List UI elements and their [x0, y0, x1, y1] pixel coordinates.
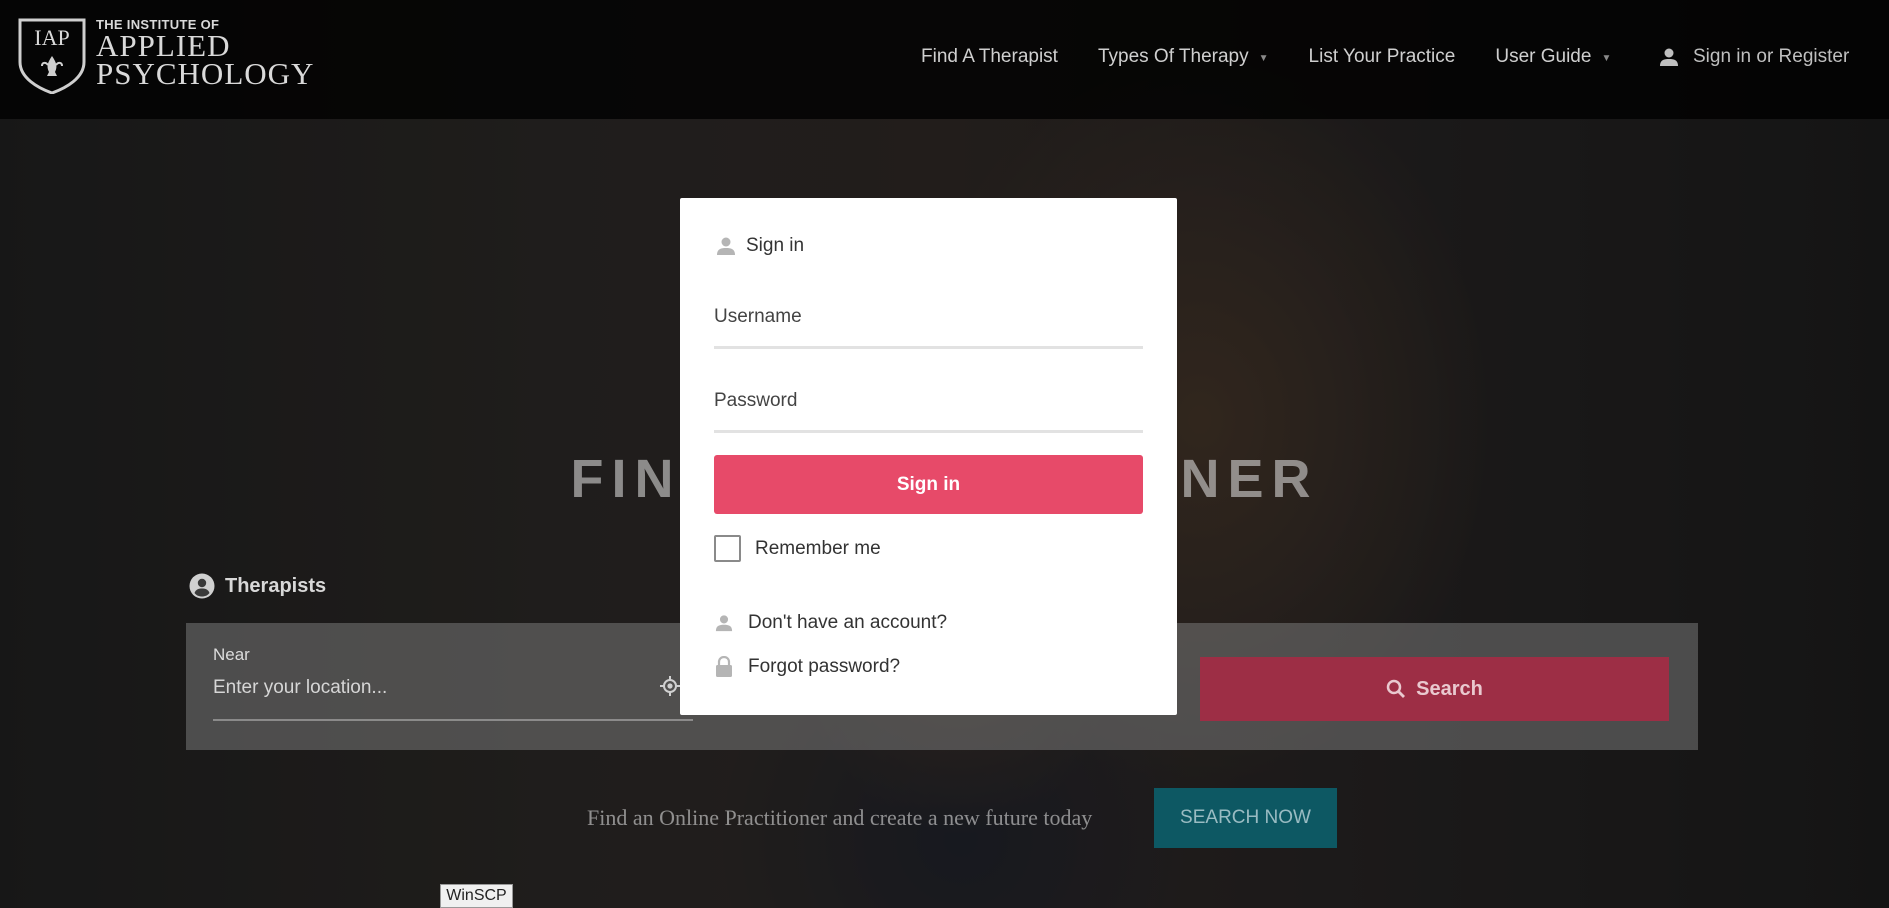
modal-title: Sign in — [716, 235, 804, 257]
remember-me[interactable]: Remember me — [714, 535, 881, 562]
search-now-button[interactable]: SEARCH NOW — [1154, 788, 1337, 848]
taskbar-tooltip: WinSCP — [440, 884, 513, 908]
search-button[interactable]: Search — [1200, 657, 1669, 721]
sign-in-register-label: Sign in or Register — [1693, 46, 1850, 67]
modal-title-label: Sign in — [746, 235, 805, 256]
nav-label: User Guide — [1495, 46, 1592, 67]
password-field[interactable] — [714, 378, 1143, 418]
logo-line-2: PSYCHOLOGY — [96, 56, 315, 91]
forgot-password-label: Forgot password? — [748, 656, 901, 677]
nav-label: List Your Practice — [1308, 46, 1456, 67]
main-nav: Find A Therapist Types Of Therapy ▼ List… — [921, 46, 1611, 68]
geolocate-icon[interactable] — [659, 675, 681, 697]
remember-me-checkbox[interactable] — [714, 535, 741, 562]
sign-in-register-link[interactable]: Sign in or Register — [1659, 46, 1849, 68]
logo-wordmark: THE INSTITUTE OF APPLIED PSYCHOLOGY — [96, 18, 315, 91]
user-icon — [715, 615, 733, 632]
nav-find-a-therapist[interactable]: Find A Therapist — [921, 46, 1058, 68]
register-link-label: Don't have an account? — [748, 612, 948, 633]
tab-label: Therapists — [225, 574, 327, 597]
sign-in-modal: Sign in Username Password Sign in Rememb… — [680, 198, 1177, 715]
sign-in-button[interactable]: Sign in — [714, 455, 1143, 514]
chevron-down-icon: ▼ — [1258, 52, 1269, 64]
location-input[interactable] — [213, 673, 693, 703]
logo-monogram: IAP — [34, 25, 69, 50]
nav-user-guide[interactable]: User Guide ▼ — [1495, 46, 1611, 68]
remember-me-label: Remember me — [755, 537, 881, 559]
nav-label: Find A Therapist — [921, 46, 1058, 67]
shield-logo-icon: IAP — [18, 18, 86, 95]
forgot-password-link[interactable]: Forgot password? — [715, 656, 900, 678]
near-label: Near — [213, 645, 250, 664]
search-button-label: Search — [1416, 677, 1483, 700]
lock-icon — [716, 656, 732, 677]
site-header: IAP THE INSTITUTE OF APPLIED PSYCHOLOGY … — [0, 0, 1889, 119]
search-icon — [1386, 679, 1406, 698]
site-logo[interactable]: IAP THE INSTITUTE OF APPLIED PSYCHOLOGY — [18, 18, 315, 95]
chevron-down-icon: ▼ — [1601, 52, 1612, 64]
nav-list-your-practice[interactable]: List Your Practice — [1309, 46, 1456, 68]
user-icon — [717, 237, 735, 255]
password-underline — [714, 430, 1143, 433]
nav-types-of-therapy[interactable]: Types Of Therapy ▼ — [1098, 46, 1269, 68]
location-underline — [213, 719, 693, 721]
tagline-text: Find an Online Practitioner and create a… — [587, 805, 1093, 830]
username-field[interactable] — [714, 294, 1143, 334]
register-link[interactable]: Don't have an account? — [715, 612, 947, 634]
user-icon — [1660, 48, 1678, 66]
account-circle-icon — [189, 573, 215, 599]
tab-therapists[interactable]: Therapists — [189, 573, 326, 599]
username-underline — [714, 346, 1143, 349]
nav-label: Types Of Therapy — [1097, 46, 1249, 67]
